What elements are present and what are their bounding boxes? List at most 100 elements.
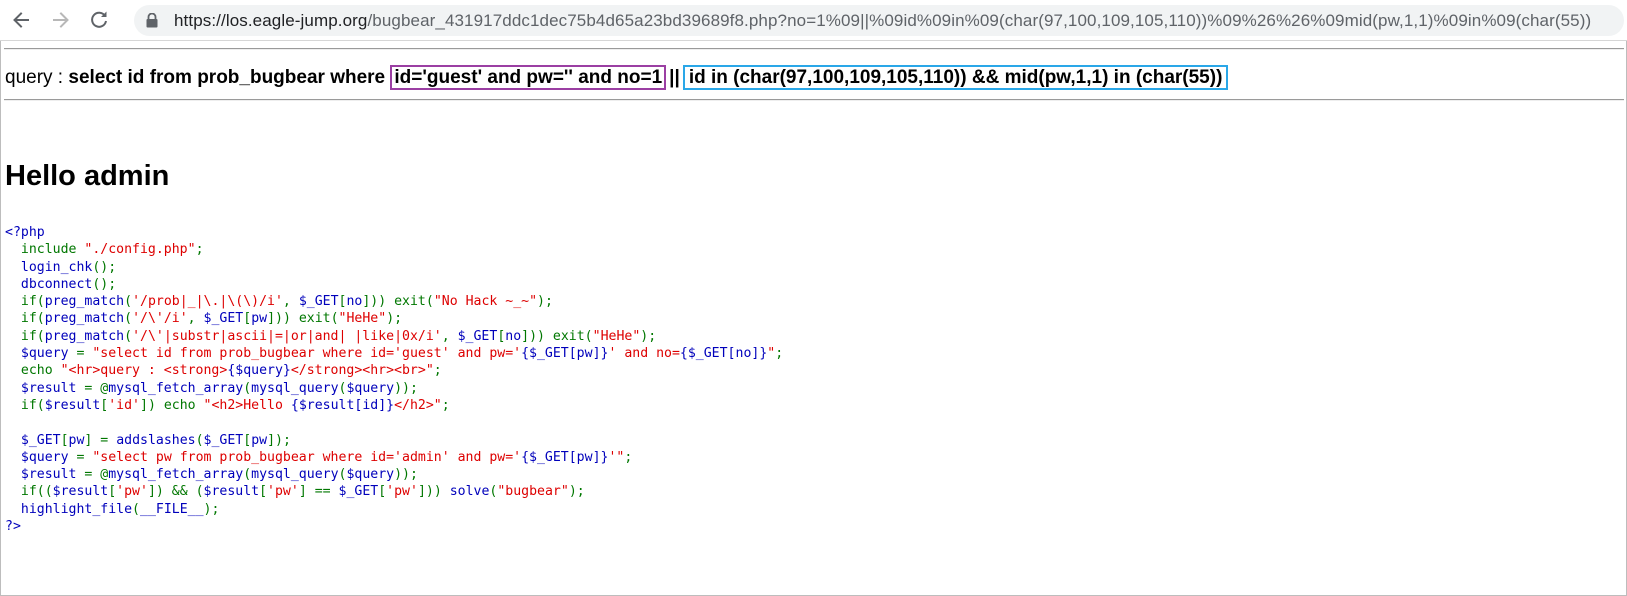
code-token: $query [5,346,77,362]
query-highlight-guest-clause: id='guest' and pw='' and no=1 [390,65,667,90]
code-token: $result [5,467,85,483]
code-token: ; [441,397,450,413]
forward-button[interactable] [47,6,75,34]
code-token: {$_GET[pw]} [521,346,609,362]
code-token: mysql_fetch_array [108,380,244,396]
code-token: ( [124,294,133,310]
code-token: ( [124,311,133,327]
code-token: ); [640,328,657,344]
code-token: "<hr>query : <strong> [60,363,228,379]
code-token: preg_match [44,328,125,344]
query-or-operator: || [669,67,680,88]
code-token: ; [775,346,784,362]
code-token: __FILE__ [140,501,204,517]
lock-icon [146,13,158,28]
code-token: "select id from prob_bugbear where id='g… [92,346,522,362]
code-token: pw [68,432,85,448]
code-token: ])) exit( [267,311,339,327]
code-line: if(preg_match('/\'|substr|ascii|=|or|and… [5,328,783,345]
code-token: echo [5,363,61,379]
code-line: $query = "select pw from prob_bugbear wh… [5,449,783,466]
code-token: 'pw' [267,484,299,500]
code-token: $_GET [203,432,244,448]
url-path: /bugbear_431917ddc1dec75b4d65a23bd39689f… [367,11,1592,30]
code-token: $result [203,484,260,500]
reload-button[interactable] [85,6,113,34]
code-token: ); [386,311,403,327]
code-token: $_GET [457,328,498,344]
code-token: if( [5,294,45,310]
code-token: </strong><hr><br>" [290,363,434,379]
code-token: "HeHe" [338,311,387,327]
code-token: $query [5,449,77,465]
code-line: ?> [5,518,783,535]
code-token: "HeHe" [592,328,641,344]
code-token: pw [251,311,268,327]
code-token: "./config.php" [84,242,196,258]
code-token: if( [5,328,45,344]
code-token: [ [108,484,117,500]
code-token: $_GET [298,294,339,310]
query-prefix: select id from prob_bugbear where [68,67,391,88]
code-token: ( [195,432,204,448]
divider-top [4,48,1624,50]
query-highlight-injected-clause: id in (char(97,100,109,105,110)) && mid(… [682,65,1229,90]
code-line: $_GET[pw] = addslashes($_GET[pw]); [5,432,783,449]
code-token: preg_match [44,311,125,327]
code-line: include "./config.php"; [5,241,783,258]
code-token: ] == [298,484,339,500]
back-arrow-icon [13,12,29,28]
code-token: ); [537,294,553,310]
code-token: ( [243,467,252,483]
code-token: $_GET [338,484,379,500]
code-token: preg_match [44,294,125,310]
code-token: {$query} [227,363,291,379]
code-line: if(preg_match('/\'/i', $_GET[pw])) exit(… [5,310,783,327]
code-token: = [76,346,93,362]
code-token: , [187,311,204,327]
code-token: (); [92,276,117,292]
code-token: $query [346,380,395,396]
back-button[interactable] [7,6,35,34]
code-token: )); [394,467,418,483]
code-token: ; [433,363,442,379]
browser-toolbar: https://los.eagle-jump.org/bugbear_43191… [0,0,1627,41]
code-token: "<h2>Hello [203,397,291,413]
code-token: "bugbear" [497,484,569,500]
code-token: ])) exit( [521,328,593,344]
code-token: $_GET [5,432,61,448]
address-bar[interactable]: https://los.eagle-jump.org/bugbear_43191… [134,5,1624,36]
code-line: echo "<hr>query : <strong>{$query}</stro… [5,362,783,379]
code-token: ; [195,242,204,258]
divider-bottom [4,99,1624,101]
query-line: query : select id from prob_bugbear wher… [5,64,1229,92]
code-token: mysql_query [251,380,339,396]
code-token: ] = [84,432,117,448]
code-token: $_GET [203,311,244,327]
code-token: ?> [5,519,21,535]
code-token: 'id' [108,397,140,413]
code-token: [ [378,484,387,500]
code-token: </h2>" [394,397,442,413]
reload-icon [91,11,107,28]
code-token: if(( [5,484,53,500]
code-token: mysql_query [251,467,339,483]
code-token: <?php [5,225,45,240]
code-line: dbconnect(); [5,276,783,293]
code-token: $query [346,467,395,483]
code-token: ]) echo [140,397,204,413]
query-text: select id from prob_bugbear where id='gu… [68,65,1229,90]
code-token: ])) exit( [362,294,434,310]
code-line: $result = @mysql_fetch_array(mysql_query… [5,380,783,397]
code-token: ); [203,501,220,517]
code-token: no [346,294,363,310]
code-line: highlight_file(__FILE__); [5,501,783,518]
code-token: 'pw' [116,484,148,500]
code-token: dbconnect [5,276,93,292]
code-token: "No Hack ~_~" [433,294,538,310]
code-token: '/\'|substr|ascii|=|or|and| |like|0x/i' [132,328,442,344]
code-token: , [282,294,299,310]
code-token: = [76,449,93,465]
code-line: if($result['id']) echo "<h2>Hello {$resu… [5,397,783,414]
